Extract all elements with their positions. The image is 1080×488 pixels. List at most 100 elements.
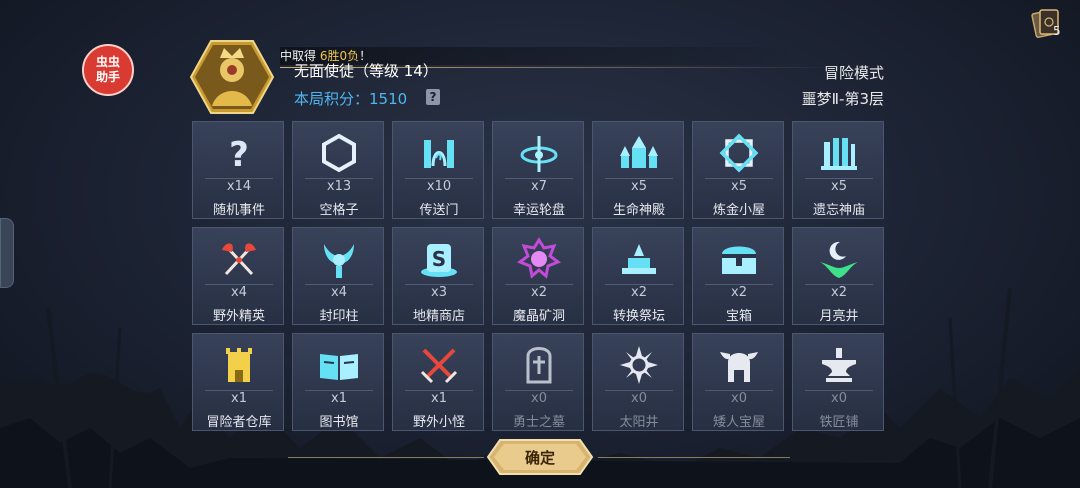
room-label: 遗忘神庙 [812, 203, 865, 218]
room-count: x1 [331, 391, 347, 406]
room-cell-random-event[interactable]: ? x14 随机事件 [192, 121, 284, 219]
room-cell-portal[interactable]: x10 传送门 [392, 121, 484, 219]
room-count: x1 [231, 391, 247, 406]
score-label: 本局积分： [294, 90, 370, 108]
svg-text:?: ? [229, 135, 249, 175]
room-count: x0 [631, 391, 647, 406]
room-cell-library[interactable]: x1 图书馆 [292, 333, 384, 431]
player-header: 中取得 6胜0负！ 无面使徒（等级 14） 本局积分：1510 ? 冒险模式 噩… [190, 38, 890, 116]
room-count: x0 [531, 391, 547, 406]
room-label: 随机事件 [212, 203, 265, 218]
tomb-icon [526, 347, 552, 384]
room-count: x2 [731, 285, 747, 300]
room-cell-empty[interactable]: x13 空格子 [292, 121, 384, 219]
score-value: 1510 [369, 90, 408, 108]
room-label: 矮人宝屋 [712, 415, 765, 430]
room-cell-moon-well[interactable]: x2 月亮井 [792, 227, 884, 325]
room-cell-seal-pillar[interactable]: x4 封印柱 [292, 227, 384, 325]
room-label: 野外小怪 [412, 415, 465, 430]
room-count: x5 [831, 179, 847, 194]
confirm-button[interactable]: 确定 [486, 438, 594, 476]
room-cell-adventurer-warehouse[interactable]: x1 冒险者仓库 [192, 333, 284, 431]
portal-icon [424, 140, 454, 168]
wheel-icon [520, 136, 558, 172]
room-count: x2 [531, 285, 547, 300]
room-cell-sun-well[interactable]: x0 太阳井 [592, 333, 684, 431]
room-cell-field-elite[interactable]: x4 野外精英 [192, 227, 284, 325]
room-count: x0 [731, 391, 747, 406]
room-count: x2 [631, 285, 647, 300]
room-count: x2 [831, 285, 847, 300]
room-label: 太阳井 [619, 415, 659, 430]
crystal-mine-icon [516, 237, 562, 279]
room-label: 图书馆 [319, 415, 359, 430]
room-label: 传送门 [419, 203, 459, 218]
helper-badge-line2: 助手 [95, 70, 120, 84]
room-grid: ? x14 随机事件 x13 空格子 x10 传送门 x7 幸运轮盘 x5 生命… [192, 121, 886, 431]
room-count: x3 [431, 285, 447, 300]
room-count: x14 [226, 179, 252, 194]
hexagon-icon [322, 133, 356, 173]
room-label: 幸运轮盘 [512, 203, 565, 218]
room-cell-life-temple[interactable]: x5 生命神殿 [592, 121, 684, 219]
room-cell-warrior-tomb[interactable]: x0 勇士之墓 [492, 333, 584, 431]
question-icon: ? [229, 135, 249, 175]
room-label: 空格子 [319, 203, 359, 218]
hero-avatar[interactable] [190, 40, 274, 114]
score-help-icon[interactable]: ? [426, 89, 440, 105]
player-name: 无面使徒（等级 14） [294, 62, 438, 80]
room-label: 魔晶矿洞 [512, 309, 565, 324]
altar-icon [622, 244, 656, 274]
alchemy-icon [719, 133, 759, 173]
room-cell-forgotten-temple[interactable]: x5 遗忘神庙 [792, 121, 884, 219]
seal-pillar-icon [324, 244, 354, 278]
room-cell-fortune-wheel[interactable]: x7 幸运轮盘 [492, 121, 584, 219]
room-label: 冒险者仓库 [206, 415, 272, 430]
crossed-axes-icon [222, 243, 256, 276]
room-count: x7 [531, 179, 547, 194]
score-display: 本局积分：1510 [294, 88, 407, 109]
room-label: 宝箱 [725, 309, 752, 324]
room-label: 铁匠铺 [819, 415, 859, 430]
room-label: 生命神殿 [612, 203, 665, 218]
room-label: 封印柱 [319, 309, 359, 324]
room-count: x13 [326, 179, 352, 194]
ruins-icon [821, 138, 857, 170]
room-cell-treasure-chest[interactable]: x2 宝箱 [692, 227, 784, 325]
sun-well-icon [620, 346, 658, 384]
room-cell-conversion-altar[interactable]: x2 转换祭坛 [592, 227, 684, 325]
left-decorative-line [288, 457, 484, 458]
anvil-icon [822, 348, 856, 382]
goblin-shop-icon: S [421, 244, 457, 277]
room-label: 地精商店 [412, 309, 465, 324]
temple-icon [620, 136, 658, 168]
room-count: x4 [231, 285, 247, 300]
warehouse-icon [226, 348, 252, 382]
moon-well-icon [820, 241, 858, 278]
room-label: 野外精英 [212, 309, 265, 324]
room-label: 转换祭坛 [612, 309, 665, 324]
room-label: 月亮井 [819, 309, 859, 324]
room-cell-field-monster[interactable]: x1 野外小怪 [392, 333, 484, 431]
room-cell-crystal-mine[interactable]: x2 魔晶矿洞 [492, 227, 584, 325]
room-count: x10 [426, 179, 452, 194]
side-drawer-tab[interactable] [0, 218, 14, 288]
helper-badge-line1: 虫虫 [95, 55, 120, 69]
room-count: x5 [631, 179, 647, 194]
room-count: x0 [831, 391, 847, 406]
room-cell-blacksmith[interactable]: x0 铁匠铺 [792, 333, 884, 431]
crossed-swords-icon [420, 348, 458, 384]
room-cell-goblin-shop[interactable]: S x3 地精商店 [392, 227, 484, 325]
right-decorative-line [598, 457, 790, 458]
svg-text:S: S [432, 247, 446, 271]
room-cell-dwarf-treasury[interactable]: x0 矮人宝屋 [692, 333, 784, 431]
room-count: x5 [731, 179, 747, 194]
room-label: 勇士之墓 [512, 415, 565, 430]
room-count: x1 [431, 391, 447, 406]
room-count: x4 [331, 285, 347, 300]
helper-badge[interactable]: 虫虫 助手 [82, 44, 134, 96]
room-label: 炼金小屋 [712, 203, 765, 218]
chest-icon [722, 246, 756, 274]
room-cell-alchemy-hut[interactable]: x5 炼金小屋 [692, 121, 784, 219]
dwarf-helm-icon [720, 352, 758, 382]
